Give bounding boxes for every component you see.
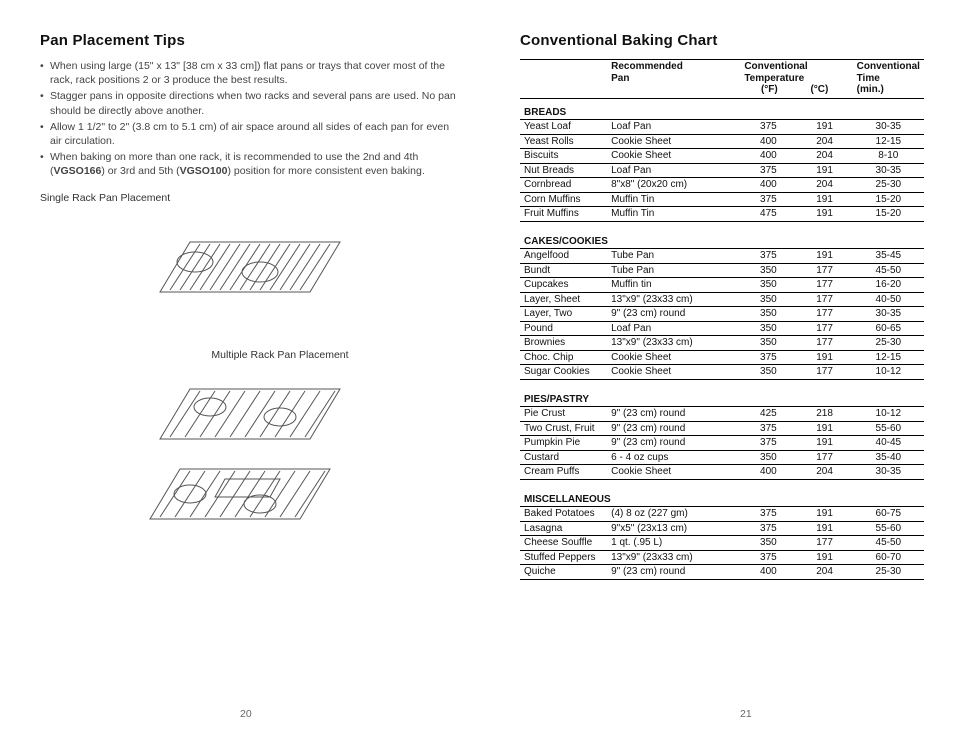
table-row: Sugar CookiesCookie Sheet35017710-12: [520, 365, 924, 380]
table-row: Quiche9" (23 cm) round40020425-30: [520, 565, 924, 580]
table-row: Choc. ChipCookie Sheet37519112-15: [520, 350, 924, 365]
table-row: Layer, Sheet13"x9" (23x33 cm)35017740-50: [520, 292, 924, 307]
chart-heading: Conventional Baking Chart: [520, 32, 924, 49]
table-row: AngelfoodTube Pan37519135-45: [520, 249, 924, 264]
th-pan-2: Pan: [611, 73, 629, 84]
table-row: Pumpkin Pie9" (23 cm) round37519140-45: [520, 436, 924, 451]
tips-list: •When using large (15" x 13" [38 cm x 33…: [40, 59, 460, 178]
table-row: Two Crust, Fruit9" (23 cm) round37519155…: [520, 421, 924, 436]
page-number-left: 20: [240, 708, 252, 720]
single-rack-label: Single Rack Pan Placement: [40, 192, 460, 204]
table-row: Layer, Two9" (23 cm) round35017730-35: [520, 307, 924, 322]
tip-item: •When using large (15" x 13" [38 cm x 33…: [40, 59, 460, 87]
th-time-3: (min.): [857, 84, 884, 95]
table-row: Cheese Souffle1 qt. (.95 L)35017745-50: [520, 536, 924, 551]
tips-heading: Pan Placement Tips: [40, 32, 460, 49]
th-temp-2: Temperature: [744, 73, 804, 84]
table-row: Cornbread8"x8" (20x20 cm)40020425-30: [520, 178, 924, 193]
page-number-right: 21: [740, 708, 752, 720]
th-time-1: Conventional: [857, 61, 920, 72]
table-row: Yeast LoafLoaf Pan37519130-35: [520, 120, 924, 135]
table-row: PoundLoaf Pan35017760-65: [520, 321, 924, 336]
category-row: CAKES/COOKIES: [520, 221, 924, 249]
table-row: Pie Crust9" (23 cm) round42521810-12: [520, 407, 924, 422]
th-time-2: Time: [857, 73, 880, 84]
category-row: BREADS: [520, 98, 924, 120]
table-row: Lasagna9"x5" (23x13 cm)37519155-60: [520, 521, 924, 536]
category-row: MISCELLANEOUS: [520, 479, 924, 507]
multiple-rack-illustration: [40, 369, 460, 552]
table-row: Custard6 - 4 oz cups35017735-40: [520, 450, 924, 465]
th-temp-1: Conventional: [744, 61, 807, 72]
multiple-rack-label: Multiple Rack Pan Placement: [40, 349, 460, 361]
single-rack-illustration: [40, 212, 460, 335]
left-column: Pan Placement Tips •When using large (15…: [40, 32, 490, 718]
table-row: Yeast RollsCookie Sheet40020412-15: [520, 134, 924, 149]
th-c: (°C): [794, 84, 844, 96]
table-row: Brownies13"x9" (23x33 cm)35017725-30: [520, 336, 924, 351]
tip-item: •Allow 1 1/2" to 2" (3.8 cm to 5.1 cm) o…: [40, 120, 460, 148]
table-row: Stuffed Peppers13"x9" (23x33 cm)37519160…: [520, 550, 924, 565]
th-pan-1: Recommended: [611, 61, 683, 72]
right-column: Conventional Baking Chart Recommended Pa…: [490, 32, 924, 718]
table-row: Cream PuffsCookie Sheet40020430-35: [520, 465, 924, 480]
table-row: CupcakesMuffin tin35017716-20: [520, 278, 924, 293]
table-row: Fruit MuffinsMuffin Tin47519115-20: [520, 207, 924, 222]
tip-item: •When baking on more than one rack, it i…: [40, 150, 460, 178]
table-row: BiscuitsCookie Sheet4002048-10: [520, 149, 924, 164]
th-f: (°F): [744, 84, 794, 96]
table-row: Corn MuffinsMuffin Tin37519115-20: [520, 192, 924, 207]
table-row: BundtTube Pan35017745-50: [520, 263, 924, 278]
baking-chart-table: Recommended Pan Conventional Temperature…: [520, 59, 924, 580]
tip-item: •Stagger pans in opposite directions whe…: [40, 89, 460, 117]
table-row: Nut BreadsLoaf Pan37519130-35: [520, 163, 924, 178]
category-row: PIES/PASTRY: [520, 379, 924, 407]
table-row: Baked Potatoes(4) 8 oz (227 gm)37519160-…: [520, 507, 924, 522]
